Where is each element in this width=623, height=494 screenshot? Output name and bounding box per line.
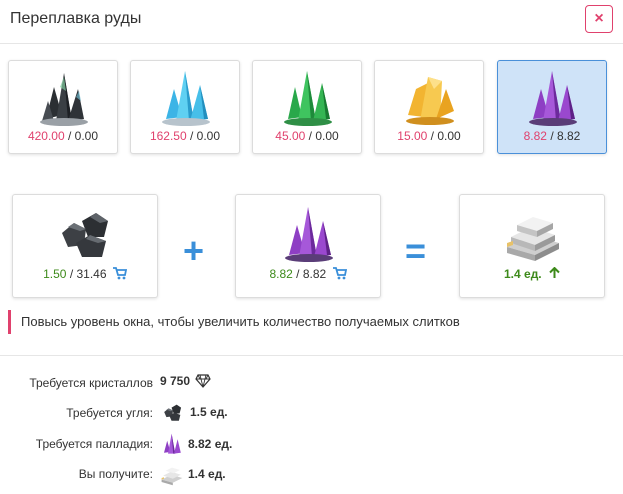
coal-amount: 1.50 / 31.46	[13, 267, 157, 281]
you-receive-label: Вы получите:	[78, 467, 153, 481]
window-title: Переплавка руды	[10, 10, 142, 27]
arrow-up-icon	[549, 266, 560, 278]
divider	[0, 355, 623, 356]
ore-amount: 8.82 / 8.82	[523, 129, 581, 143]
you-receive-value: 1.4 ед.	[160, 462, 226, 486]
ore-card-purple[interactable]: 8.82 / 8.82	[497, 60, 607, 154]
coal-card: 1.50 / 31.46	[12, 194, 158, 298]
equals-sign: =	[405, 230, 427, 271]
diamond-icon	[195, 374, 211, 388]
cart-icon[interactable]	[332, 267, 347, 280]
dark-crystal-icon	[40, 73, 88, 126]
required-coal-label: Требуется угля:	[66, 406, 153, 420]
upgrade-hint: Повысь уровень окна, чтобы увеличить кол…	[8, 310, 460, 334]
blue-crystal-icon	[162, 71, 210, 126]
ore-card-dark[interactable]: 420.00 / 0.00	[8, 60, 118, 154]
plus-sign: +	[183, 230, 205, 271]
green-crystal-icon	[284, 71, 332, 126]
required-coal-value: 1.5 ед.	[160, 401, 228, 423]
window-header: Переплавка руды ×	[0, 0, 623, 44]
required-palladium-label: Требуется палладия:	[35, 437, 153, 451]
ingot-icon	[507, 217, 559, 261]
required-crystals-value: 9 750	[160, 374, 211, 388]
ore-amount: 162.50 / 0.00	[149, 129, 221, 143]
coal-icon	[164, 404, 182, 421]
required-palladium-value: 8.82 ед.	[160, 432, 232, 456]
ore-card-green[interactable]: 45.00 / 0.00	[252, 60, 362, 154]
ore-card-yellow[interactable]: 15.00 / 0.00	[374, 60, 484, 154]
close-button[interactable]: ×	[585, 5, 613, 33]
required-crystals-label: Требуется кристаллов	[29, 376, 153, 390]
ore-amount: 15.00 / 0.00	[397, 129, 461, 143]
palladium-amount: 8.82 / 8.82	[236, 267, 380, 281]
purple-crystal-icon	[285, 207, 333, 262]
ore-amount: 420.00 / 0.00	[27, 129, 99, 143]
ore-amount: 45.00 / 0.00	[275, 129, 339, 143]
palladium-card: 8.82 / 8.82	[235, 194, 381, 298]
result-card: 1.4 ед.	[459, 194, 605, 298]
yellow-crystal-icon	[406, 77, 454, 125]
coal-icon	[62, 213, 108, 257]
ingot-icon	[161, 467, 183, 486]
cart-icon[interactable]	[112, 267, 127, 280]
purple-crystal-icon	[164, 433, 181, 454]
purple-crystal-icon	[529, 71, 577, 126]
ore-card-blue[interactable]: 162.50 / 0.00	[130, 60, 240, 154]
result-amount: 1.4 ед.	[460, 266, 604, 281]
